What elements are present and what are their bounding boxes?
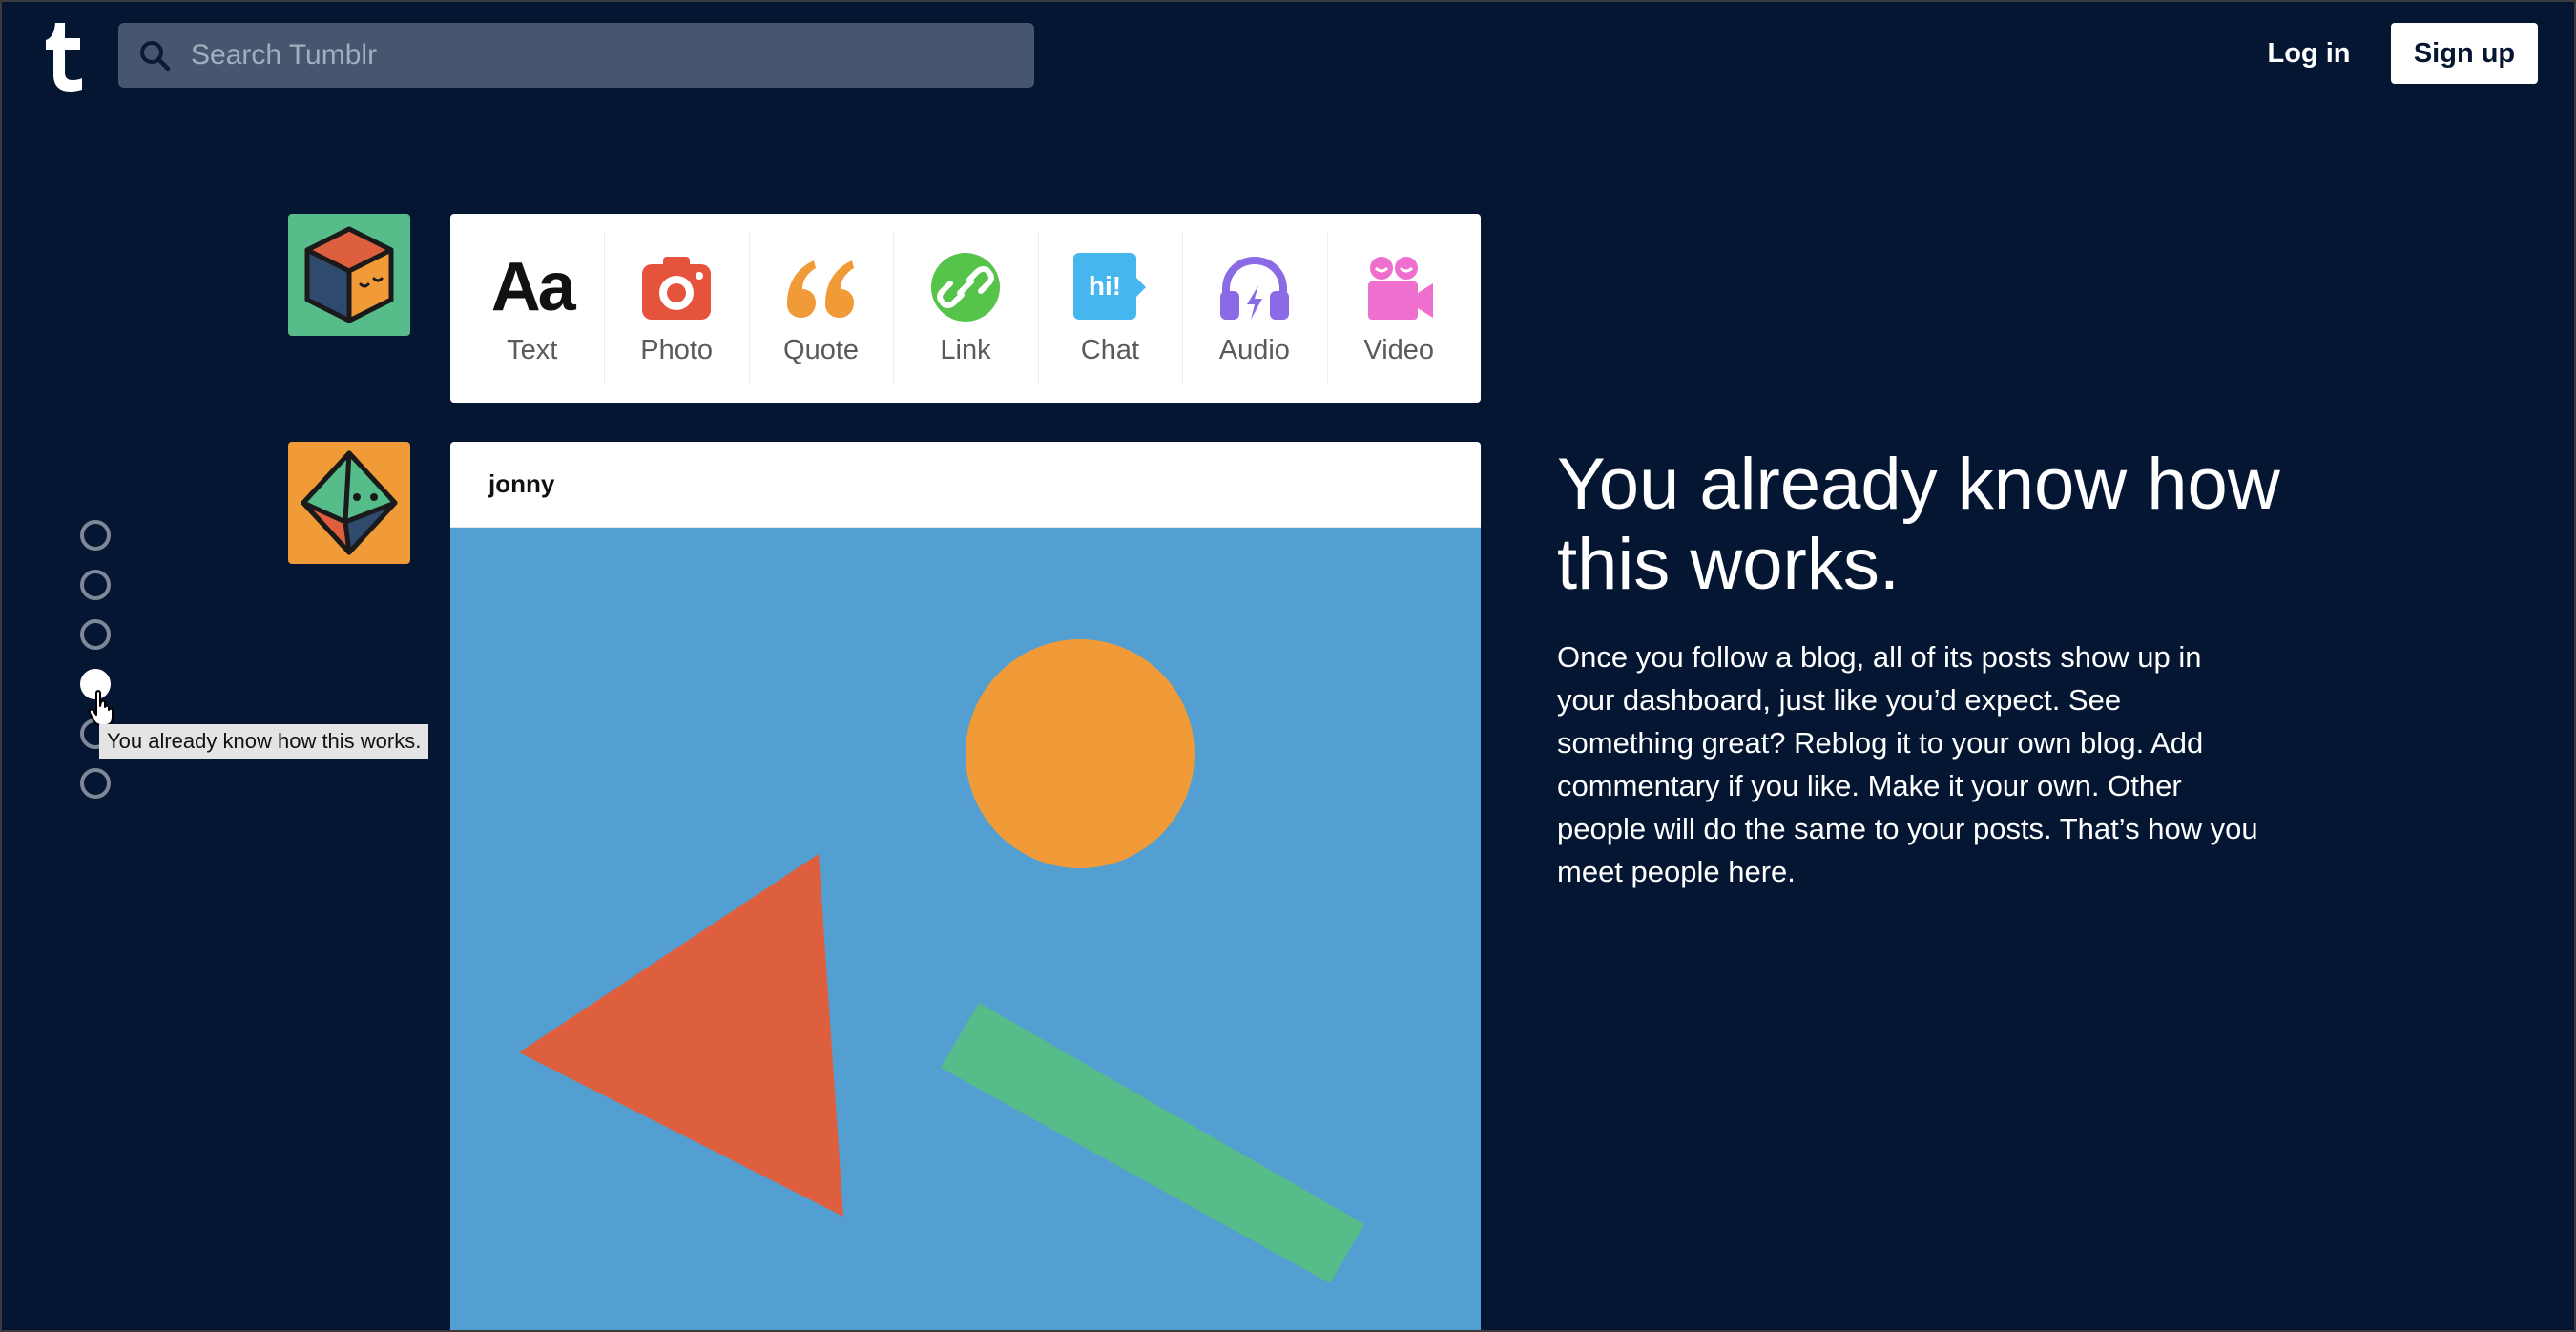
hand-pointer-cursor-icon <box>88 690 114 726</box>
post-type-label: Video <box>1363 334 1435 365</box>
tumblr-landing-page: Log in Sign up You already know how this… <box>0 0 2576 1332</box>
hero-description: Once you follow a blog, all of its posts… <box>1557 640 2258 888</box>
post-type-quote[interactable]: Quote <box>748 214 893 403</box>
section-dot-6[interactable] <box>80 768 111 799</box>
video-camera-icon <box>1368 256 1434 320</box>
post-header: jonny <box>450 442 1481 528</box>
post-type-chat[interactable]: hi! Chat <box>1037 214 1182 403</box>
post-type-link[interactable]: Link <box>893 214 1037 403</box>
post-type-label: Link <box>940 334 991 365</box>
post-type-label: Photo <box>640 334 714 365</box>
svg-text:hi!: hi! <box>1089 271 1121 301</box>
section-tooltip: You already know how this works. <box>99 724 429 759</box>
section-dot-2[interactable] <box>80 570 111 600</box>
link-icon <box>930 252 1000 322</box>
search-input[interactable] <box>191 23 1011 88</box>
post-type-label: Text <box>507 334 558 365</box>
text-aa-icon: Aa <box>490 248 576 325</box>
headphones-icon <box>1219 256 1289 320</box>
section-dot-3[interactable] <box>80 619 111 650</box>
post-illustration-image <box>450 528 1481 1332</box>
login-button[interactable]: Log in <box>2242 23 2376 84</box>
cube-face-icon <box>304 226 394 323</box>
cube-avatar <box>288 214 410 336</box>
post-type-photo[interactable]: Photo <box>604 214 748 403</box>
hero-headline: You already know how this works. <box>1557 444 2280 605</box>
search-icon <box>140 41 171 72</box>
chat-bubble-icon: hi! <box>1073 252 1147 320</box>
post-type-video[interactable]: Video <box>1326 214 1471 403</box>
sample-post-card: jonny <box>450 442 1481 1332</box>
post-type-audio[interactable]: Audio <box>1182 214 1326 403</box>
quote-icon <box>786 260 854 318</box>
tumblr-logo-icon[interactable] <box>42 23 90 92</box>
camera-icon <box>642 256 712 320</box>
post-type-label: Audio <box>1218 334 1290 365</box>
gem-avatar <box>288 442 410 564</box>
post-author-name[interactable]: jonny <box>488 469 554 499</box>
post-type-label: Quote <box>783 334 860 365</box>
post-type-bar: Aa Text Photo Quote Link hi! Chat Audio … <box>450 214 1481 403</box>
signup-button[interactable]: Sign up <box>2391 23 2538 84</box>
gem-face-icon <box>301 450 398 555</box>
post-type-text[interactable]: Aa Text <box>460 214 604 403</box>
search-bar[interactable] <box>118 23 1034 88</box>
post-type-label: Chat <box>1080 334 1140 365</box>
section-dot-1[interactable] <box>80 520 111 551</box>
